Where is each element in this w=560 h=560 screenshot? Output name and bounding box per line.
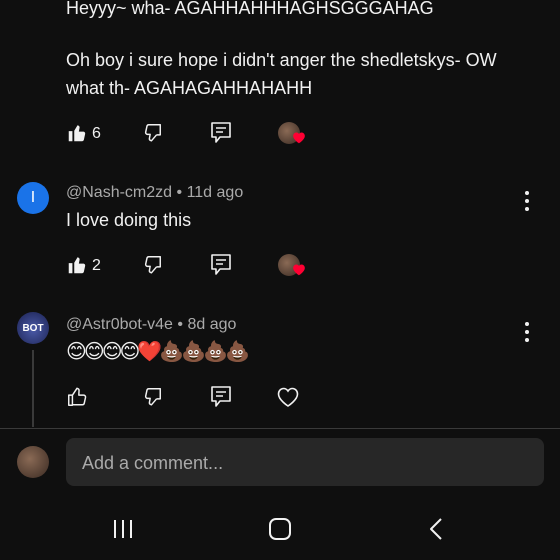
recent-apps-icon[interactable] — [112, 518, 134, 540]
like-icon[interactable] — [66, 122, 88, 144]
comment-header: @Nash-cm2zd • 11d ago — [66, 184, 243, 202]
timestamp: 11d ago — [186, 184, 244, 201]
comment-text-line: Heyyy~ wha- AGAHHAHHHAGHSGGGAHAG — [66, 0, 434, 18]
creator-heart-badge — [278, 254, 305, 276]
like-count: 2 — [92, 257, 101, 274]
comment-input-placeholder: Add a comment... — [82, 453, 224, 473]
author-name[interactable]: @Nash-cm2zd — [66, 184, 172, 201]
comment-text: I love doing this — [66, 210, 192, 230]
back-icon[interactable] — [428, 517, 444, 541]
heart-icon — [292, 131, 306, 149]
separator: • — [176, 184, 183, 201]
more-options-icon[interactable] — [525, 191, 529, 215]
reply-icon[interactable] — [210, 121, 232, 145]
author-name[interactable]: @Astr0bot-v4e — [66, 316, 173, 333]
dislike-icon[interactable] — [141, 386, 163, 408]
comment-text-line: what th- AGAHAGAHHAHAHH — [66, 78, 313, 98]
timestamp: 8d ago — [187, 316, 237, 333]
home-icon[interactable] — [268, 518, 292, 540]
like-icon[interactable] — [66, 386, 88, 408]
comment-input[interactable]: Add a comment... — [66, 438, 544, 486]
heart-icon — [292, 263, 306, 281]
avatar[interactable]: I — [17, 182, 49, 214]
divider — [0, 428, 560, 429]
separator: • — [177, 316, 184, 333]
avatar[interactable]: BOT — [17, 312, 49, 344]
like-count: 6 — [92, 125, 101, 142]
more-options-icon[interactable] — [525, 322, 529, 346]
avatar-text: BOT — [22, 322, 44, 334]
reply-icon[interactable] — [210, 253, 232, 277]
thread-line — [32, 350, 34, 427]
comment-header: @Astr0bot-v4e • 8d ago — [66, 316, 236, 334]
reply-icon[interactable] — [210, 385, 232, 409]
creator-heart-badge — [278, 122, 305, 144]
avatar-letter: I — [30, 189, 36, 206]
heart-outline-icon[interactable] — [276, 386, 300, 408]
comment-text: 😊😊😊😊❤️💩💩💩💩 — [66, 341, 250, 363]
dislike-icon[interactable] — [141, 254, 163, 276]
dislike-icon[interactable] — [141, 122, 163, 144]
comment-text-line: Oh boy i sure hope i didn't anger the sh… — [66, 50, 497, 70]
like-icon[interactable] — [66, 254, 88, 276]
user-avatar — [17, 446, 49, 478]
